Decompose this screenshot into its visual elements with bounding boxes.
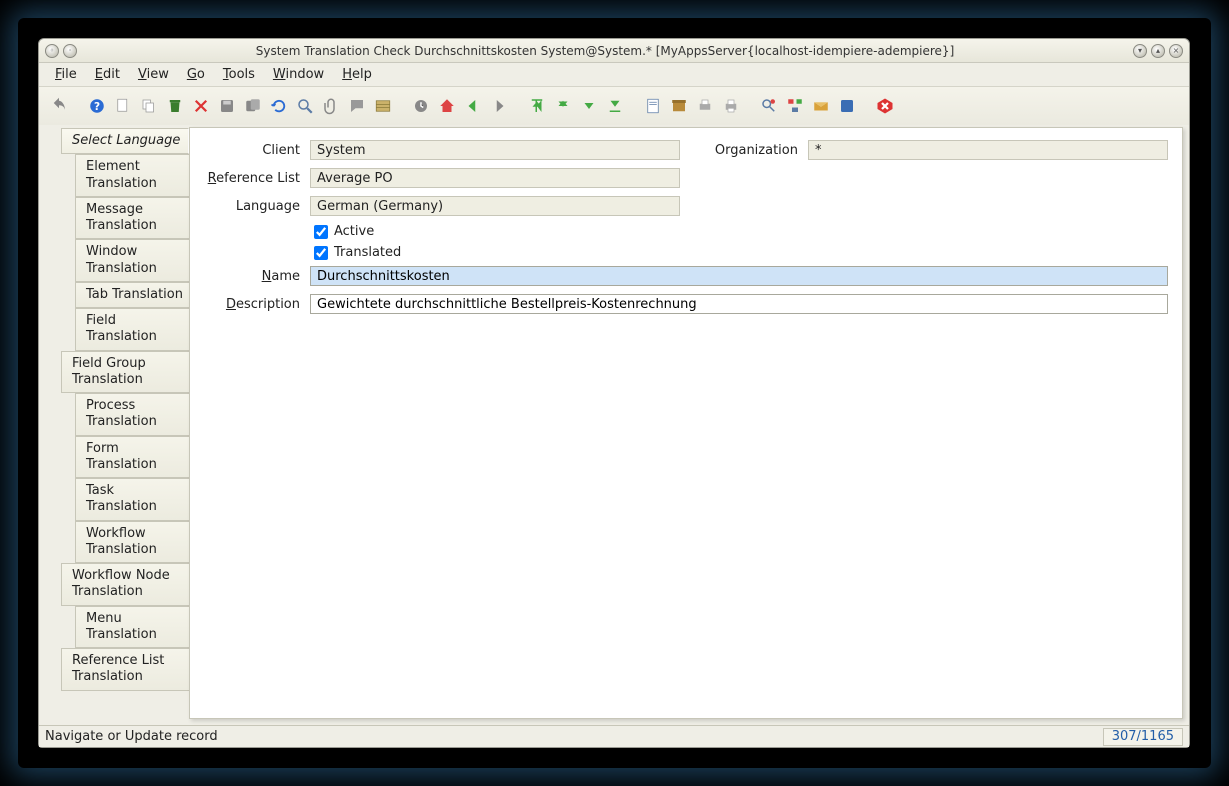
prev-icon[interactable]: [551, 94, 575, 118]
close-icon[interactable]: [873, 94, 897, 118]
first-icon[interactable]: [525, 94, 549, 118]
next-icon[interactable]: [577, 94, 601, 118]
sidebar-tab-3[interactable]: Window Translation: [75, 239, 189, 282]
report-icon[interactable]: [641, 94, 665, 118]
request-icon[interactable]: [809, 94, 833, 118]
window-close-icon[interactable]: ×: [1169, 44, 1183, 58]
reference-list-field: [310, 168, 680, 188]
save-create-icon[interactable]: [241, 94, 265, 118]
home-icon[interactable]: [435, 94, 459, 118]
sidebar-tab-10[interactable]: Workflow Translation: [75, 521, 189, 564]
language-field: [310, 196, 680, 216]
sidebar-tab-4[interactable]: Tab Translation: [75, 282, 189, 308]
sidebar-tab-5[interactable]: Field Translation: [75, 308, 189, 351]
workflow-icon[interactable]: [783, 94, 807, 118]
sidebar-tab-1[interactable]: Element Translation: [75, 154, 189, 197]
active-checkbox[interactable]: [314, 225, 328, 239]
menu-help[interactable]: Help: [334, 65, 380, 84]
svg-text:?: ?: [94, 101, 100, 113]
sidebar-tab-6[interactable]: Field Group Translation: [61, 351, 189, 394]
new-icon[interactable]: [111, 94, 135, 118]
organization-label: Organization: [712, 143, 802, 158]
sidebar-tab-13[interactable]: Reference List Translation: [61, 648, 189, 691]
sidebar-tab-8[interactable]: Form Translation: [75, 436, 189, 479]
sidebar-tab-0[interactable]: Select Language: [61, 128, 189, 154]
window-sticky-icon[interactable]: ·: [63, 44, 77, 58]
search-icon[interactable]: [293, 94, 317, 118]
translated-label: Translated: [334, 245, 401, 260]
window-menu-icon[interactable]: ◦: [45, 44, 59, 58]
back-icon[interactable]: [461, 94, 485, 118]
archive-icon[interactable]: [667, 94, 691, 118]
product-info-icon[interactable]: [835, 94, 859, 118]
menu-edit[interactable]: Edit: [87, 65, 128, 84]
sidebar-tab-11[interactable]: Workflow Node Translation: [61, 563, 189, 606]
description-label: Description: [204, 297, 304, 312]
print-preview-icon[interactable]: [693, 94, 717, 118]
print-icon[interactable]: [719, 94, 743, 118]
sidebar: Select LanguageElement TranslationMessag…: [39, 125, 189, 725]
history-icon[interactable]: [409, 94, 433, 118]
client-field: [310, 140, 680, 160]
organization-field: [808, 140, 1168, 160]
menu-tools[interactable]: Tools: [215, 65, 263, 84]
window-maximize-icon[interactable]: ▴: [1151, 44, 1165, 58]
menu-view[interactable]: View: [130, 65, 177, 84]
menu-window[interactable]: Window: [265, 65, 332, 84]
gridtoggle-icon[interactable]: [371, 94, 395, 118]
delete-selection-icon[interactable]: [189, 94, 213, 118]
active-label: Active: [334, 224, 374, 239]
save-icon[interactable]: [215, 94, 239, 118]
menu-file[interactable]: File: [47, 65, 85, 84]
window-minimize-icon[interactable]: ▾: [1133, 44, 1147, 58]
description-field[interactable]: [310, 294, 1168, 314]
form-panel: Client Organization Reference List Langu…: [189, 127, 1183, 719]
help-icon[interactable]: ?: [85, 94, 109, 118]
sidebar-tab-12[interactable]: Menu Translation: [75, 606, 189, 649]
copy-icon[interactable]: [137, 94, 161, 118]
record-counter: 307/1165: [1103, 728, 1183, 746]
refresh-icon[interactable]: [267, 94, 291, 118]
status-message: Navigate or Update record: [45, 729, 218, 744]
undo-icon[interactable]: [47, 94, 71, 118]
translated-checkbox[interactable]: [314, 246, 328, 260]
sidebar-tab-7[interactable]: Process Translation: [75, 393, 189, 436]
reference-list-label: Reference List: [204, 171, 304, 186]
window-title: System Translation Check Durchschnittsko…: [77, 44, 1133, 58]
last-icon[interactable]: [603, 94, 627, 118]
statusbar: Navigate or Update record 307/1165: [39, 725, 1189, 747]
name-label: Name: [204, 269, 304, 284]
client-label: Client: [204, 143, 304, 158]
attach-icon[interactable]: [319, 94, 343, 118]
menu-go[interactable]: Go: [179, 65, 213, 84]
delete-icon[interactable]: [163, 94, 187, 118]
titlebar: ◦ · System Translation Check Durchschnit…: [39, 39, 1189, 63]
language-label: Language: [204, 199, 304, 214]
forward-icon[interactable]: [487, 94, 511, 118]
chat-icon[interactable]: [345, 94, 369, 118]
name-field[interactable]: [310, 266, 1168, 286]
app-window: ◦ · System Translation Check Durchschnit…: [38, 38, 1190, 748]
toolbar: ?: [39, 87, 1189, 125]
zoom-across-icon[interactable]: [757, 94, 781, 118]
sidebar-tab-2[interactable]: Message Translation: [75, 197, 189, 240]
menubar: File Edit View Go Tools Window Help: [39, 63, 1189, 87]
sidebar-tab-9[interactable]: Task Translation: [75, 478, 189, 521]
